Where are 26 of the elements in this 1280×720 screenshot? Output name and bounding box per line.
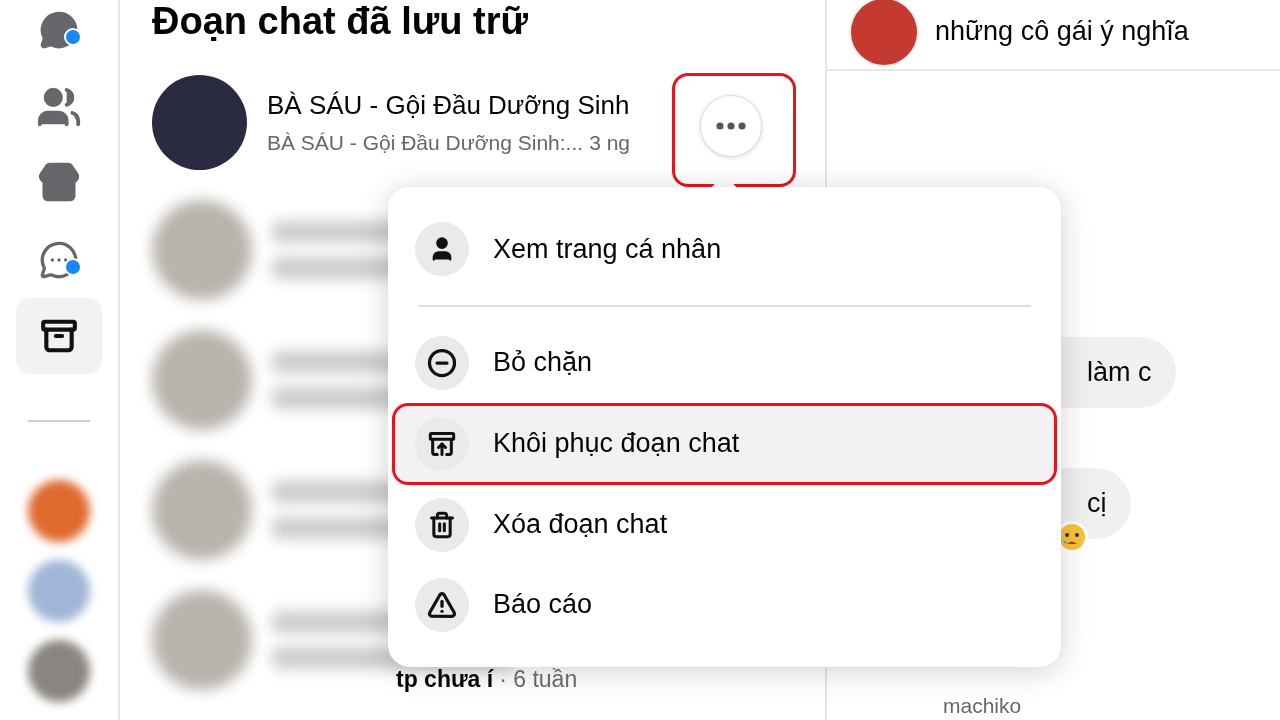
menu-label: Báo cáo <box>493 589 593 621</box>
sender-name: machiko <box>943 694 1023 718</box>
menu-item[interactable]: Báo cáo <box>392 564 1057 645</box>
more-dots-icon <box>716 122 746 130</box>
page-title: Đoạn chat đã lưu trữ <box>152 0 528 44</box>
snippet-time: · 6 tuần <box>499 666 578 693</box>
sidebar-item[interactable] <box>16 297 102 375</box>
minus-circle-icon <box>427 347 457 378</box>
timestamp: 3 ng <box>589 130 630 155</box>
archive-upload-icon <box>428 429 456 458</box>
chat-name: những cô gái ý nghĩa <box>935 16 1189 47</box>
blurred-avatar[interactable] <box>28 479 90 542</box>
chat-dots-icon <box>39 239 79 280</box>
more-button[interactable] <box>700 95 762 157</box>
conversation-name: BÀ SÁU - Gội Đầu Dưỡng Sinh <box>267 89 630 121</box>
warning-icon <box>427 589 457 620</box>
menu-label: Bỏ chặn <box>493 347 593 379</box>
trash-icon <box>428 510 456 539</box>
menu-label: Xóa đoạn chat <box>493 509 668 541</box>
menu-label: Xem trang cá nhân <box>493 233 722 265</box>
snippet-text: tp chưa í <box>396 666 494 693</box>
message-preview: BÀ SÁU - Gội Đầu Dưỡng Sinh:... <box>267 130 584 155</box>
menu-item[interactable]: Xem trang cá nhân <box>392 209 1057 290</box>
menu-item[interactable]: Khôi phục đoạn chat <box>392 402 1057 485</box>
blurred-avatar[interactable] <box>28 639 90 702</box>
menu-label: Khôi phục đoạn chat <box>493 428 740 460</box>
